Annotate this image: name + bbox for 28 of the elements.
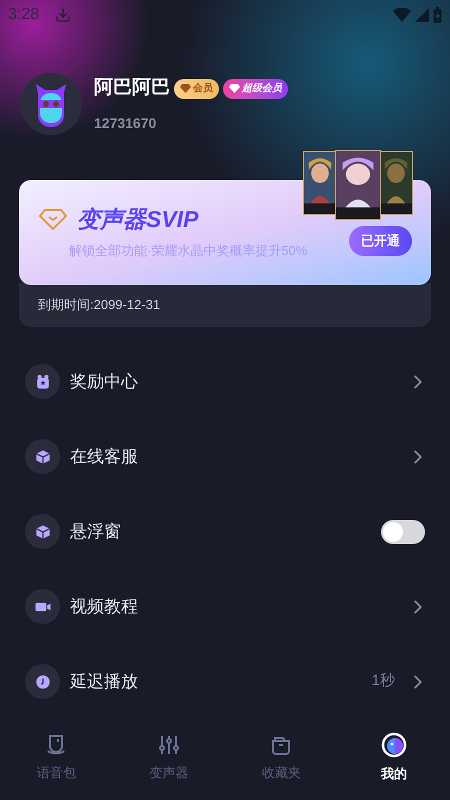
menu-value: 1秒 <box>372 671 395 692</box>
menu-row[interactable]: 奖励中心 <box>25 344 425 419</box>
svip-title: 变声器SVIP <box>77 205 198 234</box>
download-icon <box>55 7 72 23</box>
menu-row[interactable]: 悬浮窗 <box>25 494 425 569</box>
menu-label: 奖励中心 <box>70 370 138 393</box>
member-badge: 会员 <box>174 78 219 98</box>
signal-icon <box>415 8 429 22</box>
menu-label: 在线客服 <box>70 446 138 468</box>
activated-button[interactable]: 已开通 <box>349 226 412 256</box>
diamond-icon <box>39 208 67 230</box>
menu-row[interactable]: 视频教程 <box>25 569 425 644</box>
toggle-switch[interactable] <box>381 520 425 544</box>
menu-label: 视频教程 <box>70 596 138 618</box>
menu-row[interactable]: 在线客服 <box>25 419 425 494</box>
user-id: 12731670 <box>94 114 158 133</box>
menu-row[interactable]: 延迟播放 1秒 <box>25 644 425 719</box>
member-badge: 超级会员 <box>223 78 288 98</box>
avatar <box>20 73 82 135</box>
battery-icon <box>433 7 442 23</box>
menu-label: 延迟播放 <box>70 670 138 693</box>
expiry-date: 到期时间:2099-12-31 <box>38 296 160 314</box>
menu-label: 悬浮窗 <box>70 520 121 543</box>
mascot-icon <box>380 732 407 758</box>
user-name: 阿巴阿巴 <box>94 76 170 100</box>
nav-tab[interactable]: 我的 <box>338 724 450 792</box>
wifi-icon <box>393 8 411 22</box>
status-time: 3:28 <box>8 5 40 25</box>
